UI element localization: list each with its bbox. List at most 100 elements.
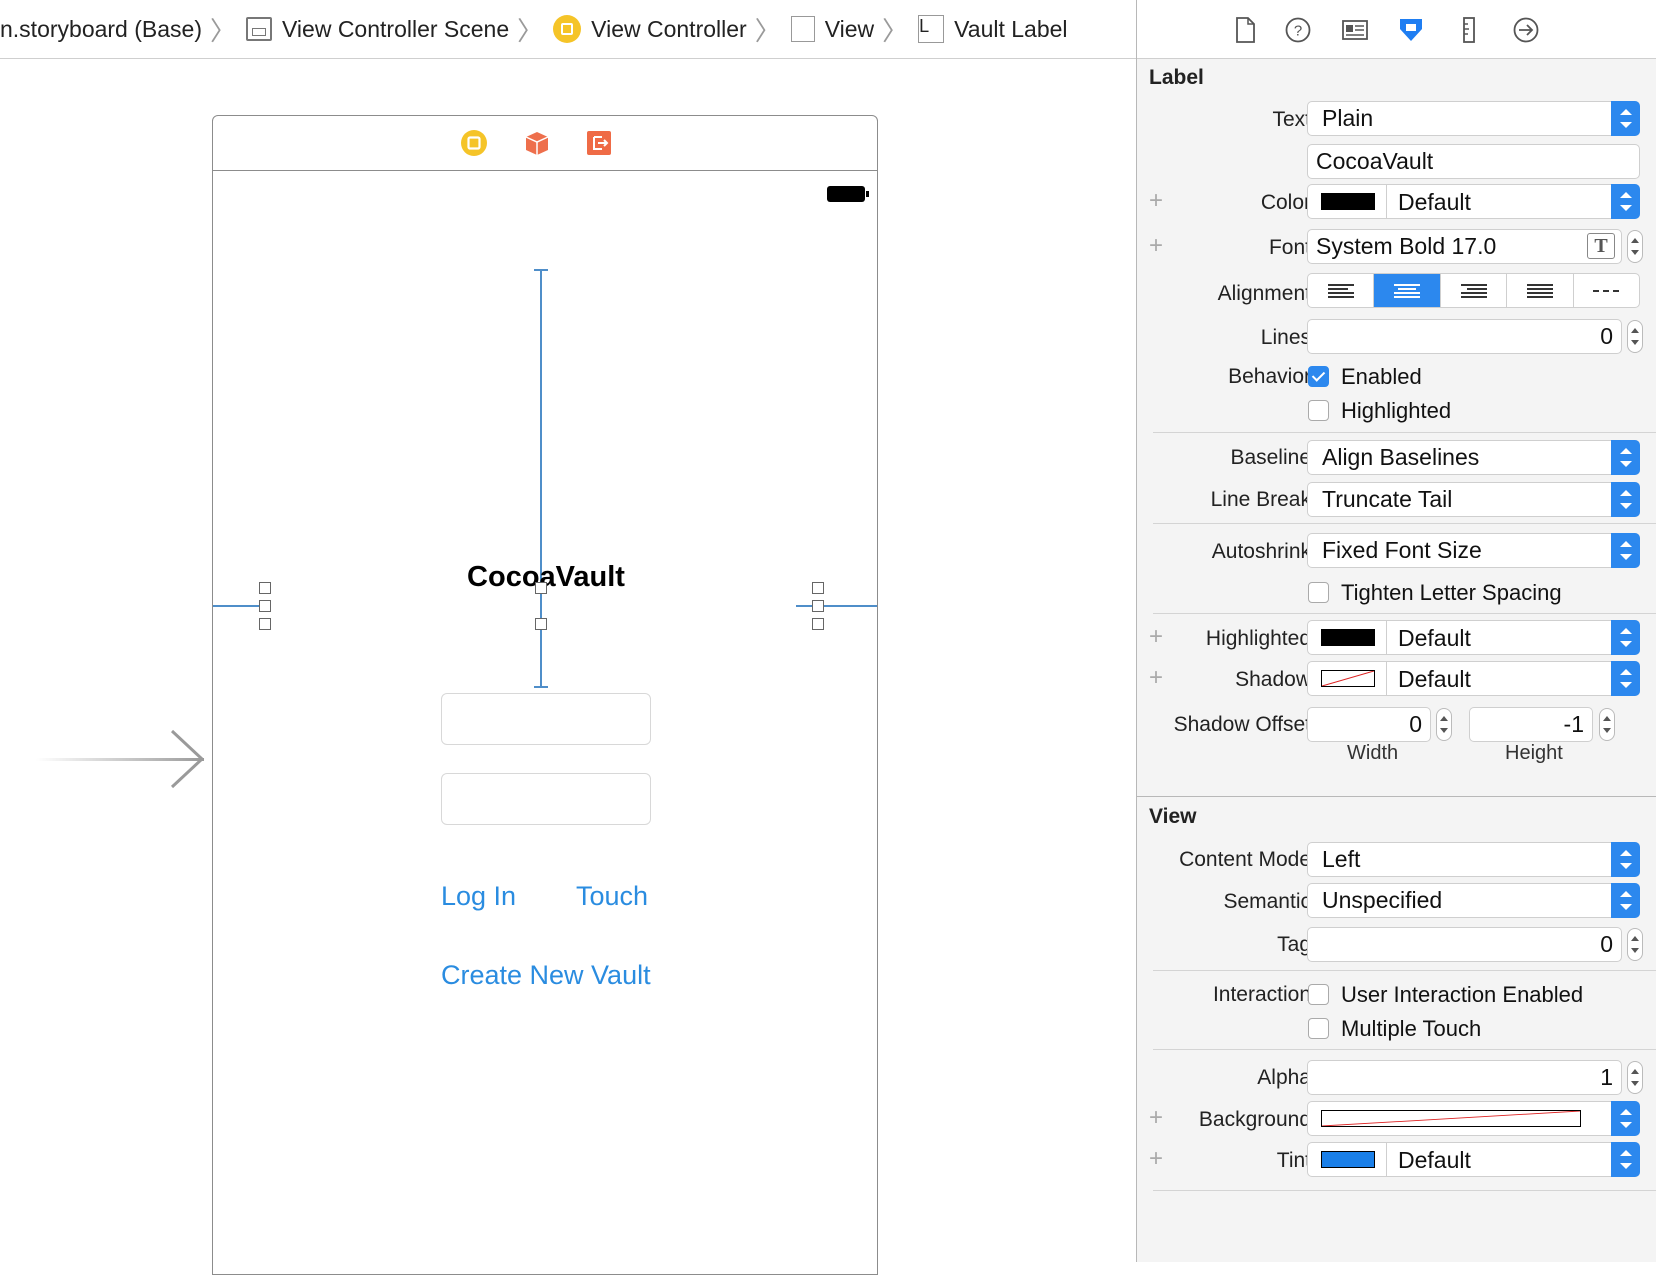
baseline-popup[interactable]: Align Baselines	[1307, 440, 1640, 475]
color-popup[interactable]: Default	[1307, 184, 1640, 219]
tag-stepper[interactable]	[1627, 928, 1643, 961]
resize-handle[interactable]	[259, 600, 271, 612]
field-value: 0	[1409, 711, 1422, 737]
identity-inspector-icon[interactable]	[1341, 16, 1369, 44]
alignment-segmented-control[interactable]	[1307, 273, 1640, 308]
autoshrink-popup[interactable]: Fixed Font Size	[1307, 533, 1640, 568]
shadow-height-field[interactable]: -1	[1469, 707, 1593, 742]
line-break-popup[interactable]: Truncate Tail	[1307, 482, 1640, 517]
lines-stepper[interactable]	[1627, 320, 1643, 353]
tighten-letter-spacing-checkbox[interactable]	[1308, 582, 1329, 603]
plus-icon[interactable]: +	[1149, 664, 1163, 692]
leading-constraint[interactable]	[213, 605, 264, 607]
breadcrumb-item-storyboard[interactable]: n.storyboard (Base) 〉	[0, 11, 246, 48]
tint-color-popup[interactable]: Default	[1307, 1142, 1640, 1177]
resize-handle[interactable]	[259, 618, 271, 630]
shadow-color-popup[interactable]: Default	[1307, 661, 1640, 696]
chevron-right-icon: 〉	[517, 15, 544, 46]
entry-point-arrow-icon[interactable]	[36, 729, 216, 789]
login-button[interactable]: Log In	[441, 881, 516, 912]
breadcrumb-item-view-controller[interactable]: View Controller 〉	[553, 11, 791, 48]
highlighted-checkbox[interactable]	[1308, 400, 1329, 421]
plus-icon[interactable]: +	[1149, 1104, 1163, 1132]
shadow-height-stepper[interactable]	[1599, 708, 1615, 741]
lines-field[interactable]: 0	[1307, 319, 1622, 354]
align-right-button[interactable]	[1441, 274, 1508, 307]
align-left-icon	[1327, 283, 1354, 298]
shadow-width-stepper[interactable]	[1436, 708, 1452, 741]
popup-arrows-icon	[1611, 533, 1640, 568]
text-content-field[interactable]: CocoaVault	[1307, 144, 1640, 179]
plus-icon[interactable]: +	[1149, 232, 1163, 260]
chevron-right-icon: 〉	[882, 15, 909, 46]
semantic-popup[interactable]: Unspecified	[1307, 883, 1640, 918]
user-interaction-checkbox[interactable]	[1308, 984, 1329, 1005]
font-field[interactable]: System Bold 17.0 T	[1307, 229, 1622, 264]
plus-icon[interactable]: +	[1149, 187, 1163, 215]
resize-handle[interactable]	[812, 582, 824, 594]
breadcrumb-item-scene[interactable]: View Controller Scene 〉	[246, 11, 553, 48]
color-label: Color	[1260, 191, 1311, 214]
align-natural-button[interactable]	[1574, 274, 1639, 307]
highlighted-color-popup[interactable]: Default	[1307, 620, 1640, 655]
interaction-label: Interaction	[1212, 983, 1311, 1006]
resize-handle[interactable]	[535, 582, 547, 594]
lines-label: Lines	[1260, 326, 1311, 349]
enabled-checkbox[interactable]	[1308, 366, 1329, 387]
content-mode-popup[interactable]: Left	[1307, 842, 1640, 877]
top-space-constraint[interactable]	[540, 269, 542, 601]
tag-field[interactable]: 0	[1307, 927, 1622, 962]
resize-handle[interactable]	[812, 600, 824, 612]
attributes-inspector-icon[interactable]	[1397, 16, 1425, 44]
semantic-label: Semantic	[1223, 890, 1311, 913]
plus-icon[interactable]: +	[1149, 1145, 1163, 1173]
align-center-button[interactable]	[1374, 274, 1441, 307]
touch-button[interactable]: Touch	[576, 881, 648, 912]
storyboard-canvas[interactable]: CocoaVault Log In Touch Create New Vault	[0, 59, 1136, 1275]
quick-help-icon[interactable]: ?	[1284, 16, 1312, 44]
resize-handle[interactable]	[535, 618, 547, 630]
color-swatch-well[interactable]	[1308, 1143, 1387, 1176]
trailing-constraint[interactable]	[796, 605, 877, 607]
first-responder-icon[interactable]	[523, 129, 551, 157]
color-swatch-well[interactable]	[1308, 185, 1387, 218]
resize-handle[interactable]	[812, 618, 824, 630]
plus-icon[interactable]: +	[1149, 623, 1163, 651]
scene-icon	[246, 17, 272, 41]
resize-handle[interactable]	[259, 582, 271, 594]
file-inspector-icon[interactable]	[1231, 16, 1259, 44]
color-swatch-well[interactable]	[1308, 662, 1387, 695]
breadcrumb-item-vault-label[interactable]: L Vault Label	[918, 15, 1068, 43]
view-controller-icon	[553, 15, 582, 43]
view-section-title: View	[1149, 805, 1197, 828]
behavior-label: Behavior	[1228, 365, 1311, 388]
field-value: System Bold 17.0	[1316, 233, 1497, 259]
view-controller-icon[interactable]	[460, 129, 488, 157]
align-natural-icon	[1593, 289, 1620, 292]
alpha-stepper[interactable]	[1627, 1061, 1643, 1094]
size-inspector-icon[interactable]	[1455, 16, 1483, 44]
view-controller-frame[interactable]: CocoaVault Log In Touch Create New Vault	[212, 115, 878, 1275]
bottom-space-constraint[interactable]	[540, 600, 542, 687]
align-justify-button[interactable]	[1507, 274, 1574, 307]
font-picker-icon[interactable]: T	[1587, 233, 1615, 259]
font-size-stepper[interactable]	[1627, 230, 1643, 263]
username-field[interactable]	[441, 693, 651, 745]
multiple-touch-checkbox[interactable]	[1308, 1018, 1329, 1039]
field-value: CocoaVault	[1316, 148, 1434, 174]
password-field[interactable]	[441, 773, 651, 825]
create-vault-button[interactable]: Create New Vault	[441, 960, 651, 991]
color-swatch	[1321, 629, 1375, 646]
divider	[1153, 523, 1656, 524]
background-color-popup[interactable]	[1307, 1101, 1640, 1136]
connections-inspector-icon[interactable]	[1512, 16, 1540, 44]
divider	[1153, 613, 1656, 614]
breadcrumb-item-view[interactable]: View 〉	[790, 11, 918, 48]
alpha-field[interactable]: 1	[1307, 1060, 1622, 1095]
shadow-width-field[interactable]: 0	[1307, 707, 1431, 742]
color-swatch-well[interactable]	[1308, 621, 1387, 654]
clear-color-swatch	[1321, 1110, 1581, 1127]
exit-icon[interactable]	[585, 129, 613, 157]
text-type-popup[interactable]: Plain	[1307, 101, 1640, 136]
align-left-button[interactable]	[1308, 274, 1375, 307]
